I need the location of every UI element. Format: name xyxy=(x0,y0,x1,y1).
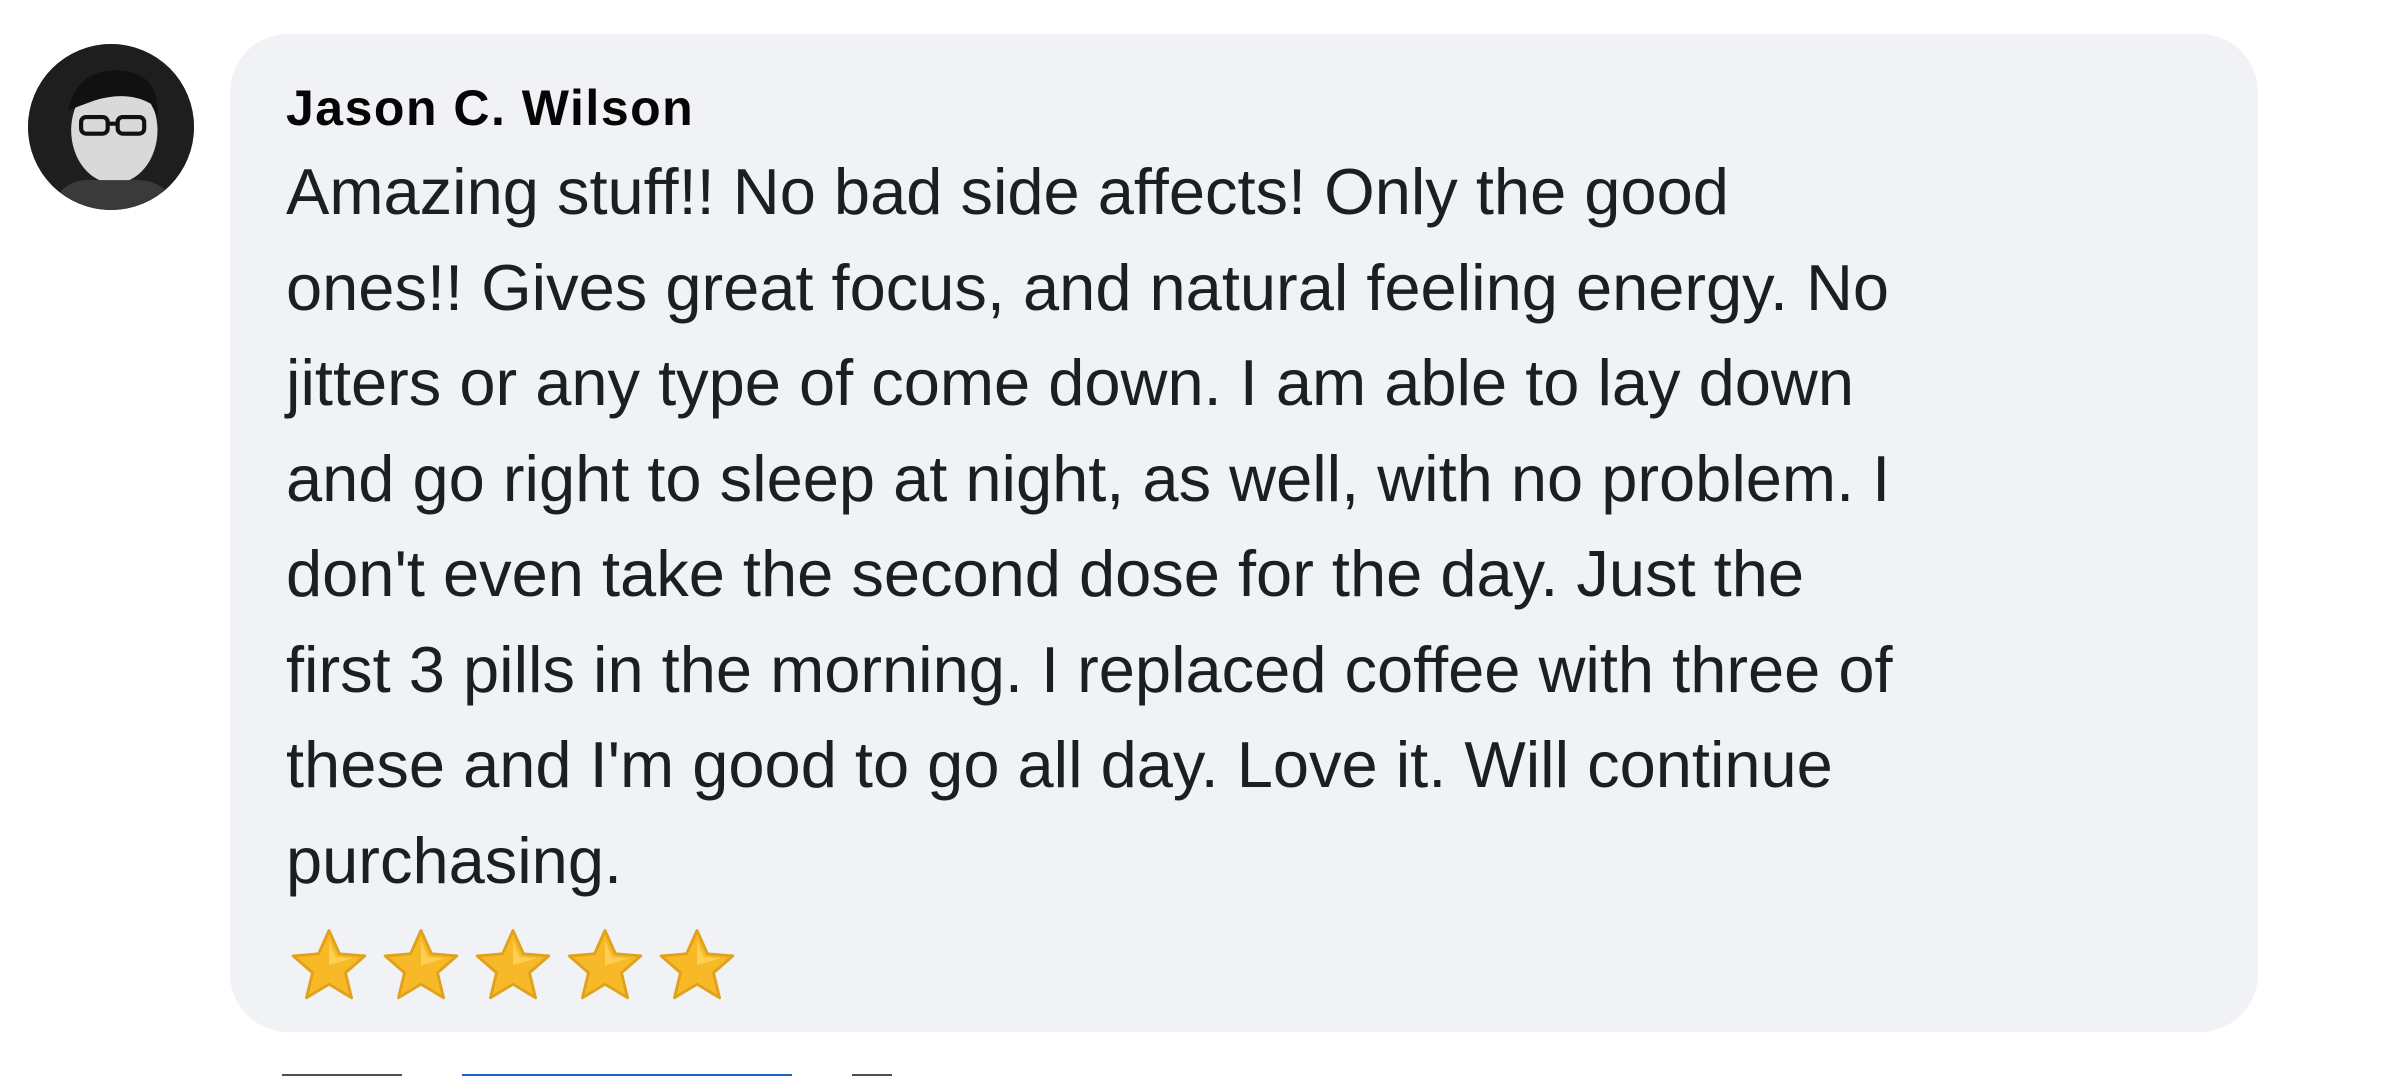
star-emoji-icon xyxy=(654,924,740,1010)
star-emoji-icon xyxy=(286,924,372,1010)
avatar-photo xyxy=(28,44,194,210)
comment-line: these and I'm good to go all day. Love i… xyxy=(286,728,1833,801)
comment-line: ones!! Gives great focus, and natural fe… xyxy=(286,250,1890,324)
comment-line: jitters or any type of come down. I am a… xyxy=(286,346,1854,419)
comment-line: and go right to sleep at night, as well,… xyxy=(286,441,1891,515)
star-rating xyxy=(286,924,740,1010)
comment-actions xyxy=(282,1046,892,1076)
comment-line: Amazing stuff!! No bad side affects! Onl… xyxy=(286,155,1729,228)
comment-line: don't even take the second dose for the … xyxy=(286,537,1805,610)
comment-bubble: Jason C. Wilson Amazing stuff!! No bad s… xyxy=(230,34,2258,1032)
like-link[interactable] xyxy=(282,1046,402,1076)
reply-link[interactable] xyxy=(462,1046,792,1076)
comment: Jason C. Wilson Amazing stuff!! No bad s… xyxy=(0,0,2400,1076)
comment-line: purchasing. xyxy=(286,823,623,897)
star-emoji-icon xyxy=(470,924,556,1010)
star-emoji-icon xyxy=(562,924,648,1010)
comment-text: Amazing stuff!! No bad side affects! Onl… xyxy=(286,144,2206,908)
author-name[interactable]: Jason C. Wilson xyxy=(286,82,2258,134)
timestamp-link[interactable] xyxy=(852,1046,892,1076)
star-emoji-icon xyxy=(378,924,464,1010)
avatar[interactable] xyxy=(28,44,194,210)
comment-line: first 3 pills in the morning. I replaced… xyxy=(286,632,1893,706)
